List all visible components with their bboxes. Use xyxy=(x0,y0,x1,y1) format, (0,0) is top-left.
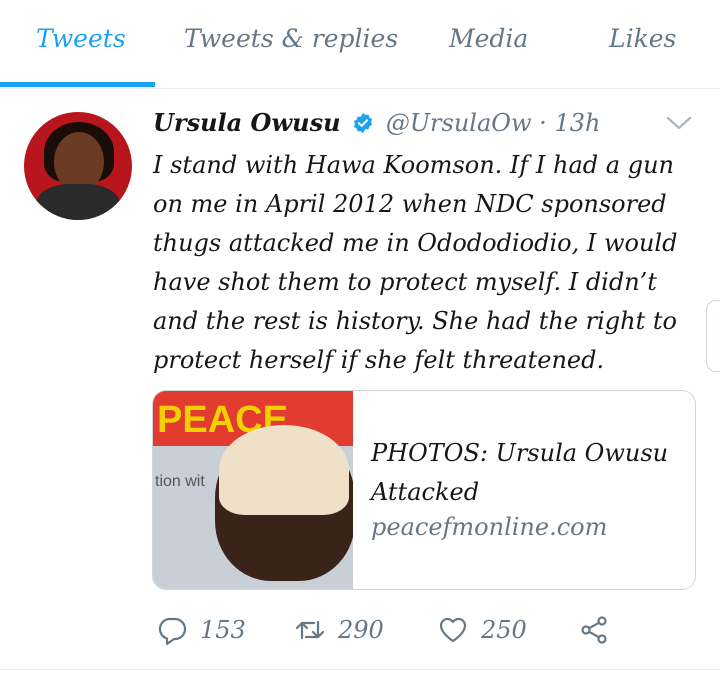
reply-count: 153 xyxy=(200,616,246,644)
link-card[interactable]: PEACE tion wit PHOTOS: Ursula Owusu Atta… xyxy=(152,390,696,590)
scroll-handle[interactable] xyxy=(706,300,720,372)
card-image-watermark: tion wit xyxy=(155,473,205,490)
tab-likes[interactable]: Likes xyxy=(609,24,676,53)
tab-tweets-and-replies[interactable]: Tweets & replies xyxy=(184,24,398,53)
verified-badge-icon xyxy=(352,112,374,134)
like-icon xyxy=(439,617,467,643)
tab-media[interactable]: Media xyxy=(449,24,528,53)
chevron-down-icon[interactable] xyxy=(664,112,694,134)
tab-tweets[interactable]: Tweets xyxy=(36,24,126,53)
avatar[interactable] xyxy=(24,112,132,220)
card-domain: peacefmonline.com xyxy=(371,513,608,541)
retweet-button[interactable]: 290 xyxy=(294,608,384,652)
card-title: PHOTOS: Ursula Owusu Attacked xyxy=(371,439,669,506)
card-image: PEACE tion wit xyxy=(153,391,353,589)
like-button[interactable]: 250 xyxy=(437,608,527,652)
profile-tabs: Tweets Tweets & replies Media Likes xyxy=(0,0,720,89)
retweet-count: 290 xyxy=(338,616,384,644)
like-count: 250 xyxy=(481,616,527,644)
separator-dot: · xyxy=(539,109,547,137)
tweet-text: I stand with Hawa Koomson. If I had a gu… xyxy=(153,151,678,374)
reply-icon xyxy=(158,617,187,646)
share-icon xyxy=(581,616,607,644)
active-tab-indicator xyxy=(0,82,155,87)
tweet-header: Ursula Owusu @UrsulaOw · 13h xyxy=(153,108,600,137)
tweet-actions: 153 290 250 xyxy=(152,608,712,652)
tweet-divider xyxy=(0,669,720,670)
retweet-icon xyxy=(295,620,325,640)
author-name[interactable]: Ursula Owusu xyxy=(153,108,341,137)
share-button[interactable] xyxy=(578,608,610,652)
author-handle[interactable]: @UrsulaOw xyxy=(386,109,532,137)
tweet-time[interactable]: 13h xyxy=(554,109,600,137)
reply-button[interactable]: 153 xyxy=(156,608,246,652)
